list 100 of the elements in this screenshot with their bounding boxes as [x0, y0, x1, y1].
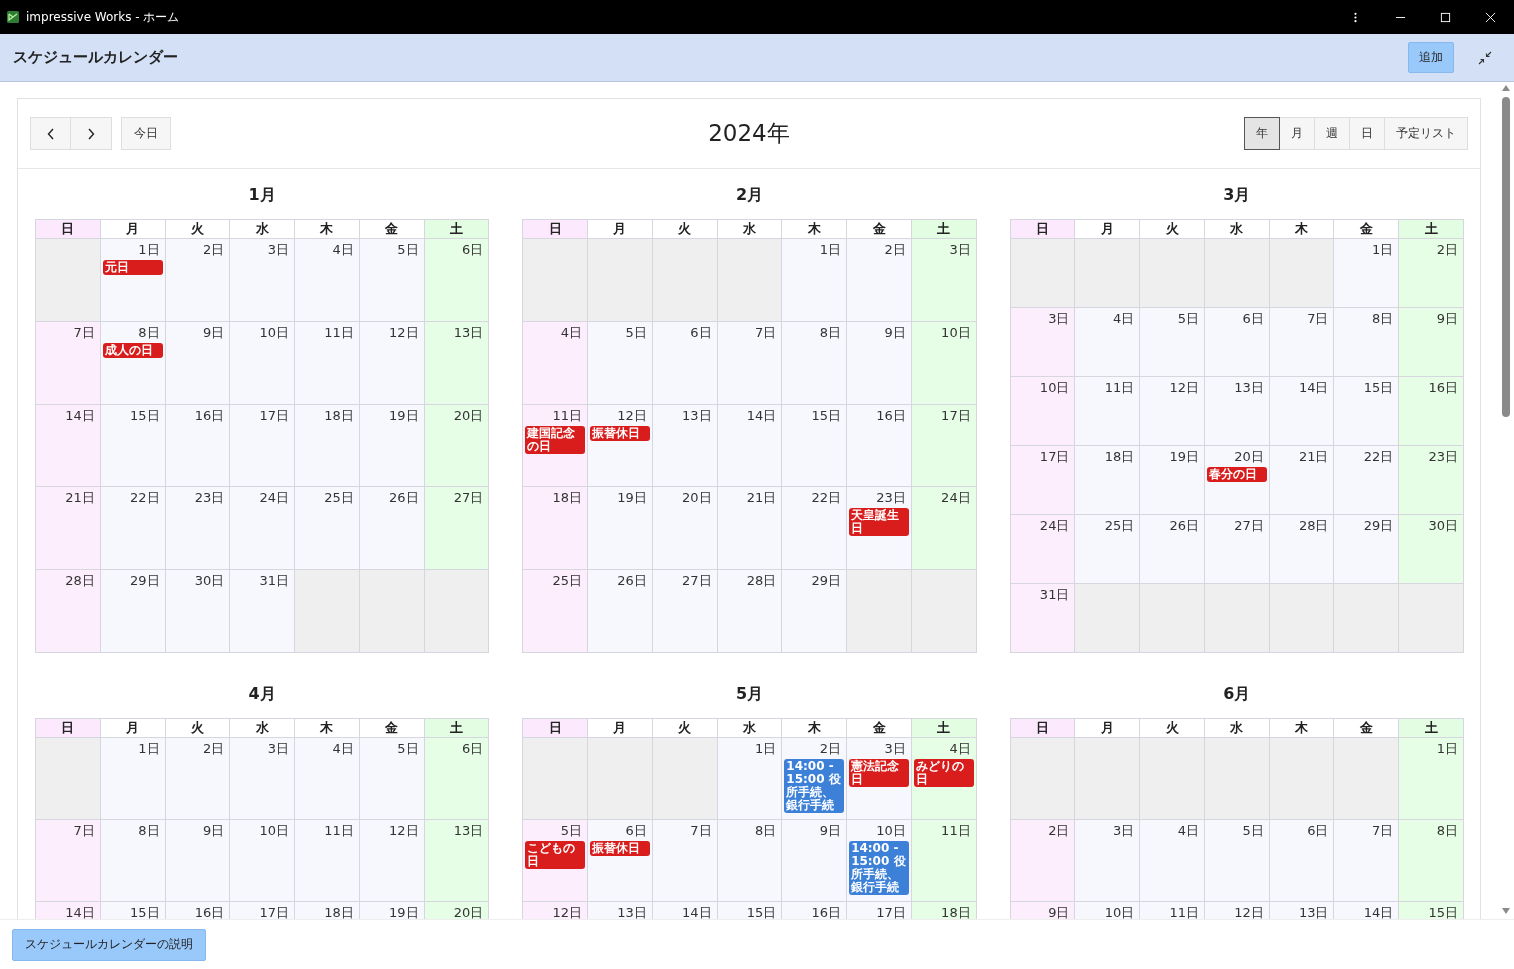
day-number: 7日: [73, 822, 96, 839]
day-number: 6日: [1242, 310, 1265, 327]
appointment-tag[interactable]: 14:00 - 15:00 役所手続、銀行手続: [784, 759, 845, 813]
weekday-header: 土: [424, 220, 490, 239]
today-button[interactable]: 今日: [121, 117, 171, 150]
day-number: 1日: [1436, 740, 1459, 757]
day-number: 6日: [1307, 822, 1330, 839]
day-number: 11日: [324, 323, 355, 341]
day-number: 9日: [203, 323, 226, 341]
weekday-header: 木: [1269, 220, 1335, 239]
day-number: 1日: [138, 740, 161, 757]
weekday-header: 日: [523, 719, 589, 738]
day-number: 1日: [1371, 241, 1395, 258]
day-number: 12日: [389, 323, 420, 341]
day-number: 16日: [1428, 379, 1459, 396]
day-number: 19日: [617, 489, 648, 507]
weekday-header: 月: [1075, 220, 1141, 239]
day-number: 2日: [203, 740, 226, 757]
day-number: 12日: [617, 406, 648, 424]
holiday-tag[interactable]: 振替休日: [590, 841, 650, 856]
day-number: 14日: [1298, 379, 1330, 396]
holiday-tag[interactable]: 天皇誕生日: [849, 508, 909, 537]
day-number: 24日: [941, 489, 972, 507]
day-number: 9日: [819, 822, 843, 839]
month-title: 3月: [1222, 184, 1252, 206]
weekday-header: 金: [359, 719, 425, 738]
day-number: 13日: [1234, 379, 1265, 396]
weekday-header: 日: [1010, 220, 1076, 239]
weekday-header: 日: [523, 220, 589, 239]
weekday-header: 土: [911, 220, 977, 239]
close-icon[interactable]: [1485, 11, 1496, 23]
collapse-icon[interactable]: [1478, 50, 1492, 65]
day-number: 25日: [324, 489, 355, 507]
day-number: 15日: [129, 904, 161, 919]
day-number: 18日: [552, 489, 584, 507]
day-number: 8日: [138, 822, 161, 839]
day-number: 29日: [1363, 517, 1395, 534]
day-number: 28日: [65, 572, 96, 590]
weekday-header: 月: [100, 220, 166, 239]
day-number: 27日: [453, 489, 485, 507]
appointment-tag[interactable]: 14:00 - 15:00 役所手続、銀行手続: [849, 841, 909, 895]
weekday-header: 土: [1399, 719, 1464, 738]
day-number: 10日: [1104, 904, 1136, 919]
weekday-header: 日: [36, 220, 101, 239]
day-number: 7日: [1371, 822, 1395, 839]
day-number: 30日: [1428, 517, 1459, 534]
day-number: 14日: [682, 904, 713, 919]
day-number: 1日: [819, 241, 843, 258]
day-number: 13日: [453, 822, 485, 839]
holiday-tag[interactable]: 春分の日: [1206, 467, 1267, 482]
holiday-tag[interactable]: こどもの日: [525, 841, 586, 869]
day-number: 31日: [259, 572, 291, 590]
day-number: 11日: [1104, 379, 1136, 396]
window-title: impressive Works - ホーム: [26, 8, 180, 26]
view-tab[interactable]: 月: [1280, 117, 1315, 150]
day-number: 27日: [682, 572, 713, 590]
view-tab[interactable]: 予定リスト: [1385, 117, 1468, 150]
maximize-icon[interactable]: [1440, 11, 1451, 23]
day-number: 4日: [560, 323, 584, 341]
day-number: 2日: [1048, 822, 1071, 839]
add-button[interactable]: 追加: [1408, 42, 1454, 73]
day-number: 12日: [389, 822, 420, 839]
day-number: 12日: [1169, 379, 1200, 396]
day-number: 6日: [462, 740, 485, 757]
day-number: 1日: [755, 740, 778, 757]
day-number: 8日: [1371, 310, 1395, 327]
day-number: 11日: [941, 822, 972, 839]
day-number: 8日: [138, 323, 161, 341]
weekday-header: 水: [717, 719, 783, 738]
help-button[interactable]: スケジュールカレンダーの説明: [12, 928, 206, 961]
day-number: 22日: [129, 489, 161, 507]
day-number: 8日: [755, 822, 778, 839]
holiday-tag[interactable]: 元日: [102, 260, 163, 275]
holiday-tag[interactable]: 憲法記念日: [849, 759, 909, 787]
day-number: 11日: [552, 406, 584, 424]
weekday-header: 月: [100, 719, 166, 738]
view-tab[interactable]: 年: [1244, 117, 1280, 150]
holiday-tag[interactable]: 建国記念の日: [525, 425, 586, 454]
day-number: 12日: [552, 904, 584, 919]
day-number: 14日: [65, 406, 96, 424]
day-number: 22日: [811, 489, 843, 507]
day-number: 3日: [884, 740, 907, 757]
day-number: 5日: [1177, 310, 1200, 327]
day-number: 15日: [746, 904, 778, 919]
holiday-tag[interactable]: 成人の日: [102, 342, 163, 358]
weekday-header: 木: [295, 719, 360, 738]
holiday-tag[interactable]: みどりの日: [913, 759, 974, 787]
day-number: 25日: [1104, 517, 1136, 534]
day-number: 9日: [1048, 904, 1071, 919]
view-tab[interactable]: 週: [1315, 117, 1350, 150]
day-number: 25日: [552, 572, 584, 590]
holiday-tag[interactable]: 振替休日: [590, 425, 650, 441]
day-number: 6日: [690, 323, 713, 341]
weekday-header: 木: [782, 220, 848, 239]
weekday-header: 金: [1334, 220, 1400, 239]
day-number: 21日: [1298, 448, 1330, 465]
app-logo-icon: [7, 11, 19, 23]
view-tab[interactable]: 日: [1350, 117, 1385, 150]
day-number: 13日: [682, 406, 713, 424]
weekday-header: 水: [230, 220, 296, 239]
